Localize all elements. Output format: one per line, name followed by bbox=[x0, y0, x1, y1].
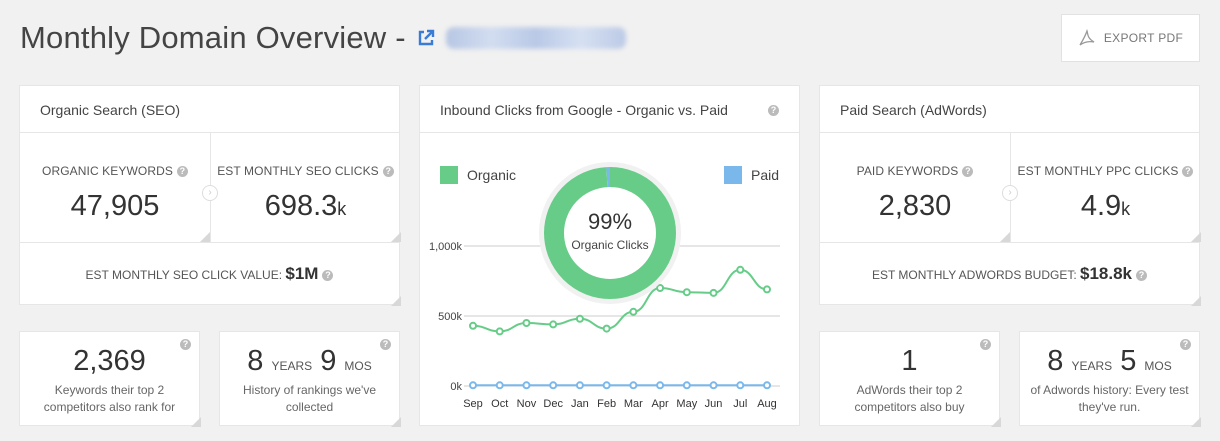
ppc-clicks-label: EST MONTHLY PPC CLICKS? bbox=[1010, 164, 1201, 178]
corner-marker bbox=[1191, 417, 1201, 427]
corner-marker bbox=[991, 417, 1001, 427]
data-point-paid bbox=[763, 381, 771, 390]
data-point-organic bbox=[522, 319, 531, 327]
paid-keywords-label: PAID KEYWORDS? bbox=[820, 164, 1010, 178]
corner-marker bbox=[391, 417, 401, 427]
data-point-organic bbox=[656, 284, 665, 292]
data-point-paid bbox=[629, 381, 638, 390]
x-tick-label: Aug bbox=[757, 398, 777, 410]
seo-click-value-row: EST MONTHLY SEO CLICK VALUE: $1M? bbox=[20, 264, 399, 284]
x-tick-label: Jun bbox=[705, 398, 723, 410]
data-point-paid bbox=[682, 381, 691, 390]
y-tick-label: 0k bbox=[450, 381, 462, 393]
x-tick-label: Apr bbox=[652, 398, 669, 410]
competitor-keywords-desc: Keywords their top 2 competitors also ra… bbox=[43, 383, 176, 414]
inbound-clicks-card: Inbound Clicks from Google - Organic vs.… bbox=[419, 85, 800, 426]
external-link-icon[interactable] bbox=[416, 28, 436, 48]
paid-search-title: Paid Search (AdWords) bbox=[840, 102, 987, 118]
organic-search-title: Organic Search (SEO) bbox=[40, 102, 181, 118]
x-tick-label: Jul bbox=[733, 398, 747, 410]
adwords-budget-value: $18.8k bbox=[1080, 264, 1133, 283]
export-pdf-label: EXPORT PDF bbox=[1103, 31, 1184, 45]
data-point-paid bbox=[602, 381, 611, 390]
help-icon[interactable]: ? bbox=[322, 270, 334, 282]
y-tick-label: 500k bbox=[438, 311, 462, 323]
x-tick-label: Oct bbox=[491, 398, 508, 410]
corner-marker bbox=[391, 296, 401, 306]
export-pdf-button[interactable]: EXPORT PDF bbox=[1061, 14, 1200, 62]
data-point-paid bbox=[709, 381, 718, 390]
data-point-organic bbox=[709, 288, 718, 297]
corner-marker bbox=[191, 417, 201, 427]
organic-keywords-value: 47,905 bbox=[70, 190, 160, 222]
x-tick-label: Mar bbox=[624, 398, 643, 410]
adwords-history-value: 8 YEARS 5 MOS bbox=[1047, 345, 1172, 377]
ppc-clicks-value: 4.9k bbox=[1080, 190, 1131, 222]
paid-keywords-value: 2,830 bbox=[878, 190, 952, 222]
page-title: Monthly Domain Overview - bbox=[20, 20, 406, 55]
donut-label: Organic Clicks bbox=[571, 238, 648, 252]
data-point-paid bbox=[495, 381, 504, 390]
corner-marker bbox=[1000, 232, 1010, 242]
adwords-history-card: ? 8 YEARS 5 MOS of Adwords history: Ever… bbox=[1019, 331, 1201, 427]
x-tick-label: Feb bbox=[597, 398, 616, 410]
help-icon[interactable]: ? bbox=[1182, 166, 1194, 178]
corner-marker bbox=[200, 232, 210, 242]
seo-clicks-value: 698.3k bbox=[264, 190, 347, 222]
x-tick-label: Dec bbox=[543, 398, 563, 410]
adwords-history-desc: of Adwords history: Every test they've r… bbox=[1030, 383, 1189, 414]
data-point-paid bbox=[469, 381, 477, 390]
data-point-organic bbox=[763, 285, 771, 294]
data-point-organic bbox=[736, 265, 745, 274]
paid-search-card: Paid Search (AdWords) PAID KEYWORDS? 2,8… bbox=[819, 85, 1201, 306]
adwords-competitors-desc: AdWords their top 2 competitors also buy bbox=[854, 383, 965, 414]
adwords-budget-row: EST MONTHLY ADWORDS BUDGET: $18.8k? bbox=[820, 264, 1199, 284]
donut-percentage: 99% bbox=[588, 209, 632, 234]
data-point-organic bbox=[682, 288, 691, 297]
data-point-paid bbox=[549, 381, 558, 390]
corner-marker bbox=[391, 232, 401, 242]
competitor-keywords-card: ? 2,369 Keywords their top 2 competitors… bbox=[19, 331, 201, 427]
competitor-keywords-value: 2,369 bbox=[73, 345, 146, 377]
data-point-organic bbox=[495, 327, 504, 336]
data-point-organic bbox=[549, 320, 558, 329]
help-icon[interactable]: ? bbox=[962, 166, 974, 178]
corner-marker bbox=[1191, 296, 1201, 306]
seo-history-desc: History of rankings we've collected bbox=[242, 383, 376, 414]
page-header: Monthly Domain Overview - bbox=[20, 18, 626, 58]
x-tick-label: Sep bbox=[463, 398, 483, 410]
data-point-organic bbox=[575, 314, 584, 323]
data-point-paid bbox=[522, 381, 531, 390]
y-tick-label: 1,000k bbox=[429, 241, 463, 253]
data-point-organic bbox=[602, 324, 611, 333]
seo-clicks-label: EST MONTHLY SEO CLICKS? bbox=[210, 164, 401, 178]
help-icon[interactable]: ? bbox=[382, 166, 394, 178]
divider bbox=[20, 242, 399, 243]
clicks-chart: 0k 500k 1,000k Sep Oct Nov Dec Jan Feb Mar Apr May J… bbox=[429, 162, 780, 410]
organic-search-card: Organic Search (SEO) ORGANIC KEYWORDS? 4… bbox=[19, 85, 401, 306]
help-icon[interactable]: ? bbox=[1136, 270, 1148, 282]
seo-history-value: 8 YEARS 9 MOS bbox=[247, 345, 372, 377]
data-point-organic bbox=[629, 307, 638, 316]
adwords-competitors-value: 1 bbox=[901, 345, 918, 377]
x-tick-label: Jan bbox=[571, 398, 589, 410]
help-icon[interactable]: ? bbox=[176, 166, 188, 178]
seo-history-card: ? 8 YEARS 9 MOS History of rankings we'v… bbox=[219, 331, 401, 427]
seo-click-value: $1M bbox=[285, 264, 319, 283]
data-point-paid bbox=[656, 381, 665, 390]
x-tick-label: May bbox=[676, 398, 697, 410]
x-tick-label: Nov bbox=[517, 398, 537, 410]
pdf-icon bbox=[1079, 29, 1095, 46]
data-point-paid bbox=[575, 381, 584, 390]
divider bbox=[820, 242, 1199, 243]
organic-keywords-label: ORGANIC KEYWORDS? bbox=[20, 164, 210, 178]
data-point-paid bbox=[736, 381, 745, 390]
corner-marker bbox=[1191, 232, 1201, 242]
domain-name-blurred[interactable] bbox=[445, 27, 626, 49]
adwords-competitors-card: ? 1 AdWords their top 2 competitors also… bbox=[819, 331, 1001, 427]
data-point-organic bbox=[469, 321, 477, 330]
